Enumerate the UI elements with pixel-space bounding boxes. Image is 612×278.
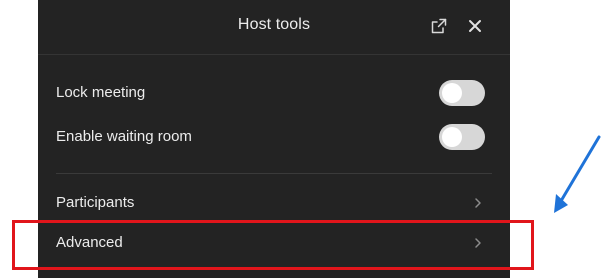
toggle-knob bbox=[442, 127, 462, 147]
participants-label: Participants bbox=[56, 194, 135, 211]
lock-meeting-row[interactable]: Lock meeting bbox=[38, 74, 510, 114]
section-divider bbox=[56, 173, 492, 174]
chevron-right-icon bbox=[473, 236, 483, 250]
panel-header: Host tools bbox=[38, 0, 510, 55]
advanced-label: Advanced bbox=[56, 234, 123, 251]
lock-meeting-toggle[interactable] bbox=[439, 80, 485, 106]
enable-waiting-room-toggle[interactable] bbox=[439, 124, 485, 150]
toggle-knob bbox=[442, 83, 462, 103]
enable-waiting-room-label: Enable waiting room bbox=[56, 128, 192, 145]
chevron-right-icon bbox=[473, 196, 483, 210]
screenshot-stage: Host tools Lock meeting Enable waiting r… bbox=[0, 0, 612, 278]
popout-icon[interactable] bbox=[427, 14, 451, 38]
advanced-row[interactable]: Advanced bbox=[38, 224, 510, 264]
lock-meeting-label: Lock meeting bbox=[56, 84, 146, 101]
participants-row[interactable]: Participants bbox=[38, 184, 510, 224]
enable-waiting-room-row[interactable]: Enable waiting room bbox=[38, 118, 510, 158]
close-icon[interactable] bbox=[463, 14, 487, 38]
annotation-arrow-icon bbox=[554, 135, 601, 213]
host-tools-panel: Host tools Lock meeting Enable waiting r… bbox=[38, 0, 510, 278]
